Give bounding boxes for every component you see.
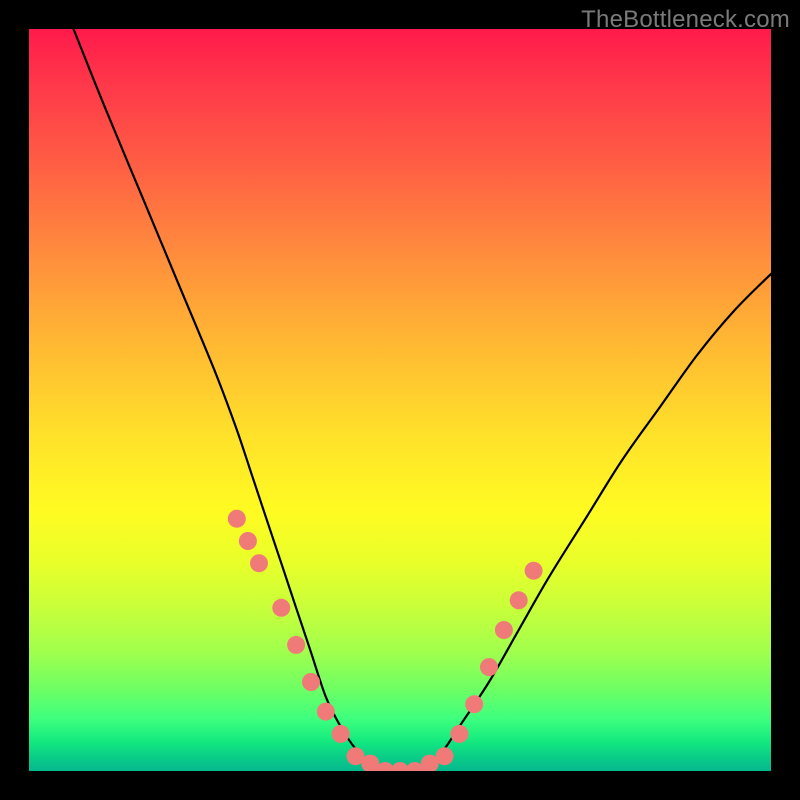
highlight-dot <box>510 591 528 609</box>
bottleneck-curve <box>74 29 772 771</box>
highlight-dot <box>436 747 454 765</box>
highlight-dot <box>272 599 290 617</box>
highlight-dot <box>239 532 257 550</box>
highlight-dot <box>250 554 268 572</box>
highlight-dots-group <box>228 510 543 771</box>
highlight-dot <box>495 621 513 639</box>
highlight-dot <box>228 510 246 528</box>
highlight-dot <box>287 636 305 654</box>
highlight-dot <box>332 725 350 743</box>
highlight-dot <box>450 725 468 743</box>
chart-frame: TheBottleneck.com <box>0 0 800 800</box>
plot-area <box>29 29 771 771</box>
highlight-dot <box>317 703 335 721</box>
watermark-text: TheBottleneck.com <box>581 6 790 34</box>
highlight-dot <box>302 673 320 691</box>
curve-overlay <box>29 29 771 771</box>
highlight-dot <box>525 562 543 580</box>
highlight-dot <box>465 695 483 713</box>
highlight-dot <box>480 658 498 676</box>
